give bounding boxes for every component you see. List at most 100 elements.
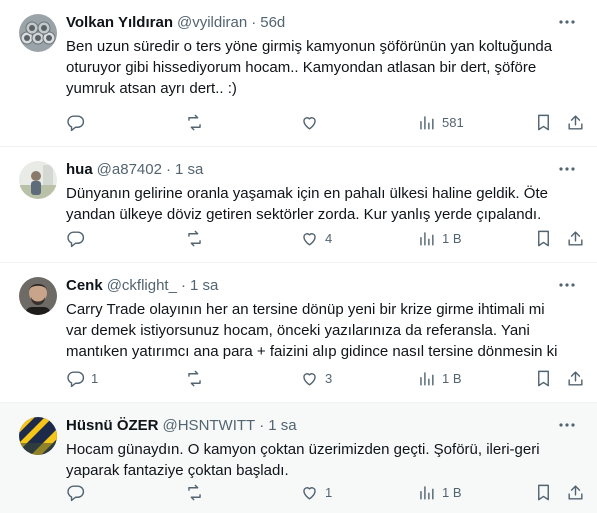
- views-chart-icon: [420, 231, 434, 246]
- share-button[interactable]: [566, 369, 585, 388]
- share-icon: [568, 370, 583, 386]
- tweet-text: Dünyanın gelirine oranla yaşamak için en…: [66, 185, 548, 223]
- more-options-button[interactable]: [557, 14, 577, 30]
- reply-button[interactable]: [66, 483, 91, 502]
- like-button[interactable]: [300, 113, 325, 132]
- reply-icon: [67, 114, 85, 131]
- user-handle[interactable]: @ckflight_: [107, 277, 177, 294]
- views-chart-icon: [420, 371, 434, 386]
- more-options-button[interactable]: [557, 277, 577, 293]
- heart-icon: [303, 486, 316, 500]
- man-portrait-avatar-icon: [19, 277, 57, 315]
- views-count: 1 B: [442, 484, 462, 500]
- avatar[interactable]: [19, 277, 57, 315]
- more-dots-icon: [559, 423, 575, 427]
- like-button[interactable]: 3: [300, 369, 332, 388]
- timestamp[interactable]: 1 sa: [190, 277, 218, 294]
- heart-icon: [303, 232, 316, 246]
- views-count: 1 B: [442, 230, 462, 246]
- views-count: 1 B: [442, 370, 462, 386]
- retweet-icon: [188, 230, 201, 246]
- bookmark-icon: [538, 230, 549, 246]
- views-chart-icon: [420, 115, 434, 130]
- tweet-text: Hocam günaydın. O kamyon çoktan üzerimiz…: [66, 441, 540, 479]
- yellow-navy-stripes-avatar-icon: [19, 417, 57, 455]
- separator-dot: ·: [251, 13, 257, 31]
- retweet-button[interactable]: [185, 483, 210, 502]
- avatar[interactable]: [19, 417, 57, 455]
- tweet-3[interactable]: Cenk @ckflight_ · 1 sa Carry Trade olayı…: [0, 263, 597, 403]
- avatar[interactable]: [19, 161, 57, 199]
- display-name[interactable]: Cenk: [66, 277, 103, 294]
- views-button[interactable]: 1 B: [417, 483, 462, 502]
- bookmark-icon: [538, 484, 549, 500]
- more-dots-icon: [559, 283, 575, 287]
- like-count: 1: [325, 484, 333, 500]
- share-icon: [568, 484, 583, 500]
- share-button[interactable]: [566, 483, 585, 502]
- retweet-icon: [188, 114, 201, 130]
- separator-dot: ·: [165, 160, 171, 178]
- bookmark-button[interactable]: [534, 483, 553, 502]
- tweet-header: Volkan Yıldıran @vyildiran · 56d: [66, 10, 583, 34]
- views-button[interactable]: 1 B: [417, 369, 462, 388]
- views-count: 581: [442, 114, 464, 130]
- reply-icon: [67, 370, 85, 387]
- reply-icon: [67, 484, 85, 501]
- pipes-avatar-icon: [19, 14, 57, 52]
- tweet-1[interactable]: Volkan Yıldıran @vyildiran · 56d Ben uzu…: [0, 0, 597, 147]
- more-options-button[interactable]: [557, 161, 577, 177]
- retweet-button[interactable]: [185, 369, 210, 388]
- share-icon: [568, 230, 583, 246]
- person-outdoor-avatar-icon: [19, 161, 57, 199]
- reply-button[interactable]: 1: [66, 369, 98, 388]
- views-button[interactable]: 581: [417, 113, 464, 132]
- reply-feed: Volkan Yıldıran @vyildiran · 56d Ben uzu…: [0, 0, 597, 513]
- display-name[interactable]: hua: [66, 161, 93, 178]
- share-button[interactable]: [566, 113, 585, 132]
- share-icon: [568, 114, 583, 130]
- action-bar: 1 1 B: [66, 481, 583, 503]
- retweet-button[interactable]: [185, 229, 210, 248]
- display-name[interactable]: Volkan Yıldıran: [66, 14, 173, 31]
- tweet-4[interactable]: Hüsnü ÖZER @HSNTWITT · 1 sa Hocam günayd…: [0, 403, 597, 513]
- user-handle[interactable]: @vyildiran: [177, 14, 247, 31]
- reply-button[interactable]: [66, 229, 91, 248]
- retweet-icon: [188, 370, 201, 386]
- tweet-2[interactable]: hua @a87402 · 1 sa Dünyanın gelirine ora…: [0, 147, 597, 263]
- user-handle[interactable]: @a87402: [97, 161, 162, 178]
- more-dots-icon: [559, 167, 575, 171]
- views-chart-icon: [420, 485, 434, 500]
- reply-button[interactable]: [66, 113, 91, 132]
- bookmark-button[interactable]: [534, 229, 553, 248]
- bookmark-icon: [538, 114, 549, 130]
- action-bar: 581: [66, 111, 583, 133]
- more-options-button[interactable]: [557, 417, 577, 433]
- timestamp[interactable]: 1 sa: [175, 161, 203, 178]
- separator-dot: ·: [259, 416, 265, 434]
- bookmark-button[interactable]: [534, 113, 553, 132]
- like-button[interactable]: 1: [300, 483, 332, 502]
- share-button[interactable]: [566, 229, 585, 248]
- reply-count: 1: [91, 370, 99, 386]
- retweet-button[interactable]: [185, 113, 210, 132]
- like-count: 4: [325, 230, 333, 246]
- tweet-text: Carry Trade olayının her an tersine dönü…: [66, 301, 558, 360]
- retweet-icon: [188, 484, 201, 500]
- user-handle[interactable]: @HSNTWITT: [163, 417, 256, 434]
- reply-icon: [67, 230, 85, 247]
- separator-dot: ·: [180, 276, 186, 294]
- timestamp[interactable]: 1 sa: [268, 417, 296, 434]
- like-button[interactable]: 4: [300, 229, 332, 248]
- views-button[interactable]: 1 B: [417, 229, 462, 248]
- display-name[interactable]: Hüsnü ÖZER: [66, 417, 159, 434]
- bookmark-icon: [538, 370, 549, 386]
- tweet-header: Hüsnü ÖZER @HSNTWITT · 1 sa: [66, 413, 583, 437]
- bookmark-button[interactable]: [534, 369, 553, 388]
- heart-icon: [303, 116, 316, 130]
- action-bar: 1 3 1 B: [66, 367, 583, 389]
- avatar[interactable]: [19, 14, 57, 52]
- like-count: 3: [325, 370, 333, 386]
- tweet-header: hua @a87402 · 1 sa: [66, 157, 583, 181]
- timestamp[interactable]: 56d: [260, 14, 285, 31]
